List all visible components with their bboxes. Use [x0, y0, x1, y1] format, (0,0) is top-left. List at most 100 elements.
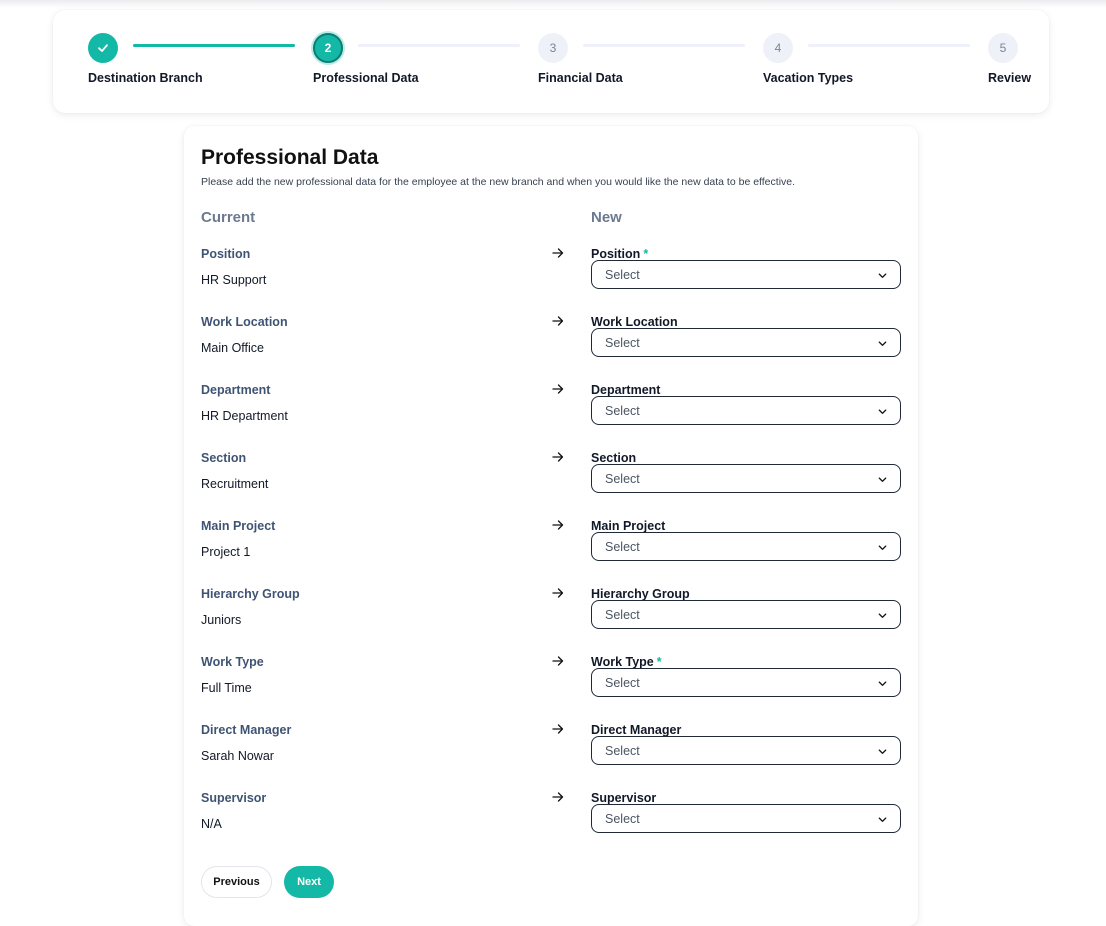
step-5-label: Review: [988, 71, 1032, 85]
new-main-project-select[interactable]: Select: [591, 532, 901, 561]
step-3-circle: 3: [538, 33, 568, 63]
required-marker: *: [656, 655, 662, 669]
new-department-select[interactable]: Select: [591, 396, 901, 425]
page-title: Professional Data: [201, 146, 379, 169]
new-hierarchy-group-label: Hierarchy Group: [591, 587, 690, 601]
professional-data-form: Professional Data Please add the new pro…: [184, 126, 918, 926]
current-work-type-value: Full Time: [201, 681, 252, 695]
chevron-down-icon: [878, 681, 887, 686]
select-placeholder: Select: [605, 744, 640, 758]
previous-button[interactable]: Previous: [201, 866, 272, 898]
current-direct-manager-label: Direct Manager: [201, 723, 292, 737]
current-direct-manager-value: Sarah Nowar: [201, 749, 274, 763]
required-marker: *: [643, 247, 649, 261]
select-placeholder: Select: [605, 540, 640, 554]
new-department-label: Department: [591, 383, 660, 397]
current-department-value: HR Department: [201, 409, 288, 423]
arrow-right-icon: [552, 656, 564, 666]
new-supervisor-label: Supervisor: [591, 791, 656, 805]
arrow-right-icon: [552, 588, 564, 598]
new-column-heading: New: [591, 209, 622, 226]
chevron-down-icon: [878, 477, 887, 482]
field-row-direct-manager: Direct Manager Sarah Nowar Direct Manager S…: [184, 723, 918, 791]
select-placeholder: Select: [605, 336, 640, 350]
current-position-value: HR Support: [201, 273, 267, 287]
select-placeholder: Select: [605, 608, 640, 622]
select-placeholder: Select: [605, 472, 640, 486]
new-section-label-text: Section: [591, 451, 637, 465]
step-2-circle: 2: [313, 33, 343, 63]
field-row-position: Position HR Support Position * Select: [184, 247, 918, 315]
new-supervisor-label-text: Supervisor: [591, 791, 657, 805]
new-direct-manager-label-text: Direct Manager: [591, 723, 682, 737]
field-row-supervisor: Supervisor N/A Supervisor Select: [184, 791, 918, 859]
new-position-label-text: Position: [591, 247, 641, 261]
chevron-down-icon: [878, 613, 887, 618]
field-row-hierarchy-group: Hierarchy Group Juniors Hierarchy Group Sel…: [184, 587, 918, 655]
current-column-heading: Current: [201, 209, 256, 226]
select-placeholder: Select: [605, 676, 640, 690]
arrow-right-icon: [552, 384, 564, 394]
select-placeholder: Select: [605, 404, 640, 418]
chevron-down-icon: [878, 817, 887, 822]
chevron-down-icon: [878, 545, 887, 550]
chevron-down-icon: [878, 409, 887, 414]
current-section-value: Recruitment: [201, 477, 269, 491]
step-connector-3: [583, 44, 745, 47]
new-work-type-select[interactable]: Select: [591, 668, 901, 697]
chevron-down-icon: [878, 273, 887, 278]
new-work-type-label: Work Type *: [591, 655, 662, 669]
current-supervisor-label: Supervisor: [201, 791, 267, 805]
current-section-label: Section: [201, 451, 247, 465]
arrow-right-icon: [552, 452, 564, 462]
chevron-down-icon: [878, 341, 887, 346]
new-work-location-select[interactable]: Select: [591, 328, 901, 357]
field-row-work-location: Work Location Main Office Work Location Sel…: [184, 315, 918, 383]
step-3-label: Financial Data: [538, 71, 623, 85]
new-main-project-label: Main Project: [591, 519, 665, 533]
step-connector-1: [133, 44, 295, 47]
arrow-right-icon: [552, 724, 564, 734]
arrow-right-icon: [552, 248, 564, 258]
current-main-project-label: Main Project: [201, 519, 276, 533]
arrow-right-icon: [552, 520, 564, 530]
current-supervisor-value: N/A: [201, 817, 222, 831]
new-section-label: Section: [591, 451, 636, 465]
new-hierarchy-group-select[interactable]: Select: [591, 600, 901, 629]
step-5-circle: 5: [988, 33, 1018, 63]
step-connector-2: [358, 44, 520, 47]
current-position-label: Position: [201, 247, 251, 261]
step-connector-4: [808, 44, 970, 47]
step-1-label: Destination Branch: [88, 71, 203, 85]
page-subtitle: Please add the new professional data for…: [201, 176, 796, 188]
field-row-department: Department HR Department Department Select: [184, 383, 918, 451]
new-work-location-label: Work Location: [591, 315, 678, 329]
new-work-location-label-text: Work Location: [591, 315, 678, 329]
current-work-location-label: Work Location: [201, 315, 288, 329]
next-button[interactable]: Next: [284, 866, 334, 898]
step-4-label: Vacation Types: [763, 71, 854, 85]
new-hierarchy-group-label-text: Hierarchy Group: [591, 587, 690, 601]
new-section-select[interactable]: Select: [591, 464, 901, 493]
top-shadow: [0, 0, 1106, 8]
new-position-label: Position *: [591, 247, 648, 261]
current-department-label: Department: [201, 383, 271, 397]
new-supervisor-select[interactable]: Select: [591, 804, 901, 833]
chevron-down-icon: [878, 749, 887, 754]
current-main-project-value: Project 1: [201, 545, 251, 559]
new-department-label-text: Department: [591, 383, 661, 397]
step-4-circle: 4: [763, 33, 793, 63]
field-row-main-project: Main Project Project 1 Main Project Select: [184, 519, 918, 587]
step-1-circle: [88, 33, 118, 63]
current-hierarchy-group-label: Hierarchy Group: [201, 587, 300, 601]
arrow-right-icon: [552, 316, 564, 326]
field-row-section: Section Recruitment Section Select: [184, 451, 918, 519]
current-work-location-value: Main Office: [201, 341, 264, 355]
current-work-type-label: Work Type: [201, 655, 264, 669]
arrow-right-icon: [552, 792, 564, 802]
step-2-label: Professional Data: [313, 71, 419, 85]
new-direct-manager-select[interactable]: Select: [591, 736, 901, 765]
check-icon: [98, 44, 108, 52]
new-work-type-label-text: Work Type: [591, 655, 654, 669]
new-position-select[interactable]: Select: [591, 260, 901, 289]
